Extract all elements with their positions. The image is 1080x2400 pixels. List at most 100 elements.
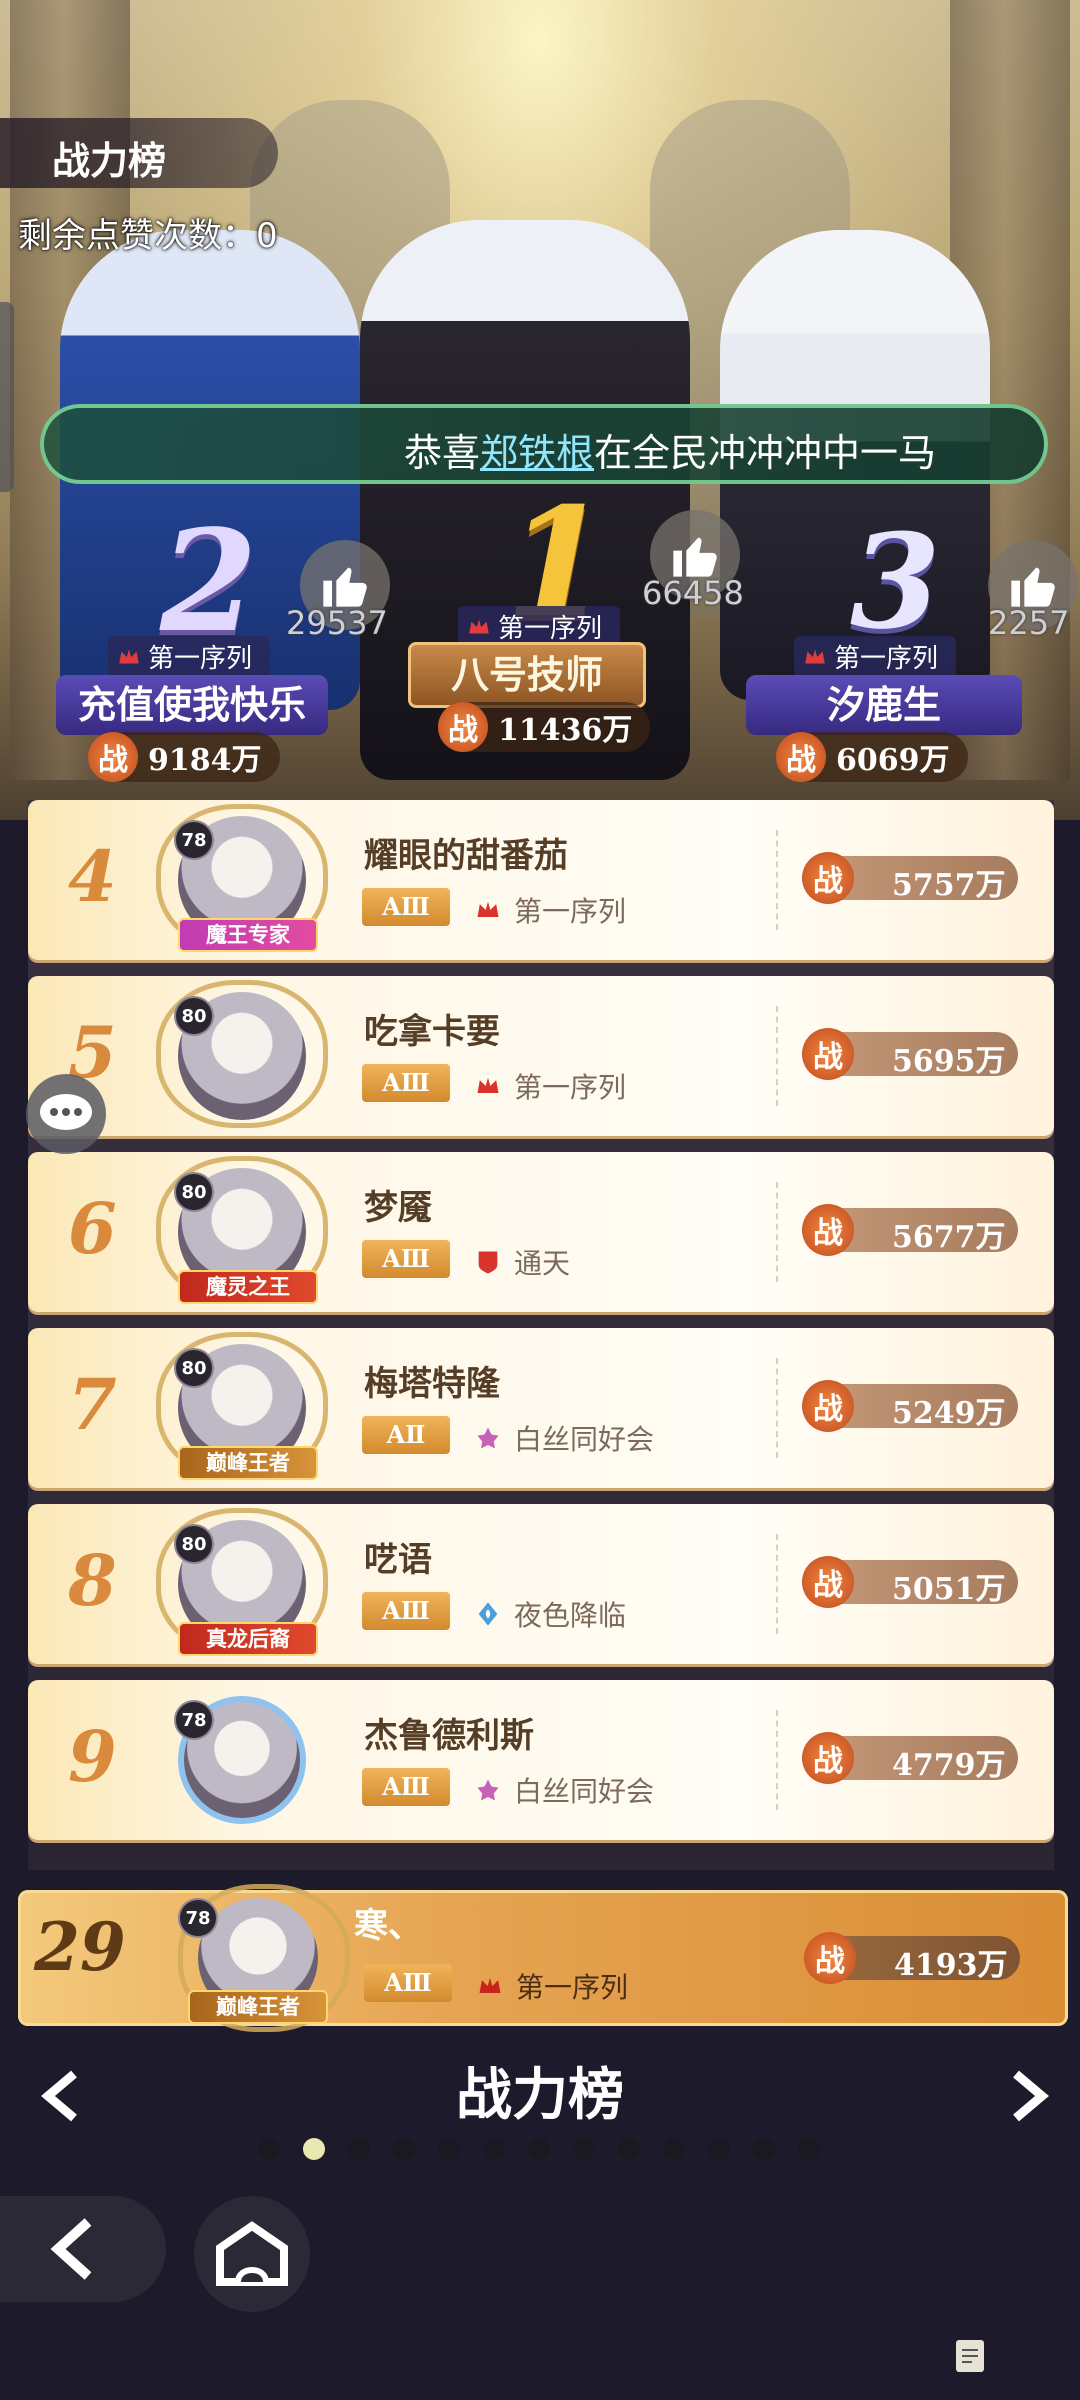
note-icon[interactable]	[950, 2336, 990, 2376]
guild-info: 夜色降临	[474, 1594, 626, 1634]
lotus-icon	[477, 1779, 499, 1801]
page-dot[interactable]	[393, 2138, 415, 2160]
announcement-prefix: 恭喜	[404, 431, 481, 475]
list-item[interactable]: 8 80 真龙后裔 呓语 AⅢ 夜色降临 战 5051万	[28, 1504, 1054, 1664]
my-rank-row[interactable]: 29 78 巅峰王者 寒、 AⅢ 第一序列 战 4193万	[18, 1884, 1068, 2032]
flame-icon	[478, 1602, 498, 1626]
power-badge-icon: 战	[776, 732, 826, 782]
announcement-player-link[interactable]: 郑铁根	[480, 431, 594, 475]
page-dot[interactable]	[753, 2138, 775, 2160]
page-dot[interactable]	[258, 2138, 280, 2160]
page-dot[interactable]	[483, 2138, 505, 2160]
grade-badge: AⅢ	[362, 1768, 450, 1806]
guild-name: 夜色降临	[514, 1599, 627, 1632]
page-dot[interactable]	[708, 2138, 730, 2160]
row-divider	[776, 1006, 778, 1106]
page-dot[interactable]	[528, 2138, 550, 2160]
player-name: 杰鲁德利斯	[364, 1716, 534, 1756]
page-dot[interactable]	[618, 2138, 640, 2160]
crown-icon	[477, 901, 499, 917]
power-value: 5249万	[892, 1396, 1006, 1431]
rank-number: 8	[68, 1539, 117, 1622]
rank-number: 7	[68, 1363, 117, 1446]
guild-info: 第一序列	[476, 1966, 628, 2006]
list-item[interactable]: 4 78 魔王专家 耀眼的甜番茄 AⅢ 第一序列 战 5757万	[28, 800, 1054, 960]
grade-badge: AⅢ	[362, 888, 450, 926]
page-dot[interactable]	[798, 2138, 820, 2160]
page-title: 战力榜	[52, 139, 167, 183]
power-value: 11436万	[498, 713, 633, 748]
power-value: 6069万	[836, 743, 950, 778]
power-badge-icon: 战	[802, 1380, 854, 1432]
rank-number: 6	[68, 1187, 117, 1270]
row-divider	[776, 1534, 778, 1634]
power-pill: 战 5677万	[802, 1204, 1018, 1256]
power-badge-icon: 战	[438, 702, 488, 752]
power-badge-icon: 战	[802, 852, 854, 904]
crown-icon	[119, 648, 139, 663]
player-name: 梦魇	[364, 1188, 432, 1228]
like-button-rank-3[interactable]: 2257	[988, 540, 1078, 642]
row-divider	[776, 1182, 778, 1282]
guild-info: 第一序列	[474, 1066, 626, 1106]
shield-icon	[478, 1251, 498, 1274]
power-pill: 战 5249万	[802, 1380, 1018, 1432]
home-icon	[216, 2221, 288, 2286]
level-badge: 80	[174, 1348, 214, 1388]
guild-name: 白丝同好会	[514, 1775, 655, 1808]
crown-icon	[479, 1977, 501, 1993]
lotus-icon	[477, 1427, 499, 1449]
page-dot[interactable]	[663, 2138, 685, 2160]
level-badge: 80	[174, 1524, 214, 1564]
announcement-marquee: 恭喜郑铁根在全民冲冲冲中一马	[40, 404, 1048, 484]
list-item[interactable]: 5 80 吃拿卡要 AⅢ 第一序列 战 5695万	[28, 976, 1054, 1136]
guild-name: 第一序列	[514, 1071, 627, 1104]
rank-3-player-name[interactable]: 汐鹿生	[746, 675, 1022, 735]
page-dot[interactable]	[348, 2138, 370, 2160]
power-badge-icon: 战	[802, 1556, 854, 1608]
rank-2-power: 战 9184万	[88, 732, 280, 782]
like-count: 29537	[286, 604, 388, 642]
rank-2-player-name[interactable]: 充值使我快乐	[56, 675, 328, 735]
power-badge-icon: 战	[804, 1932, 856, 1984]
like-count: 2257	[988, 604, 1070, 642]
power-pill: 战 5757万	[802, 852, 1018, 904]
page-dot[interactable]	[573, 2138, 595, 2160]
back-arrow-icon	[50, 2218, 92, 2280]
player-name: 梅塔特隆	[364, 1364, 500, 1404]
list-item[interactable]: 6 80 魔灵之王 梦魇 AⅢ 通天 战 5677万	[28, 1152, 1054, 1312]
crown-icon	[469, 618, 489, 633]
list-item[interactable]: 7 80 巅峰王者 梅塔特隆 AⅡ 白丝同好会 战 5249万	[28, 1328, 1054, 1488]
power-pill: 战 5051万	[802, 1556, 1018, 1608]
power-value: 9184万	[148, 743, 262, 778]
grade-badge: AⅢ	[364, 1964, 452, 2002]
chat-bubble-button[interactable]	[26, 1074, 106, 1154]
power-pill: 战 4193万	[804, 1932, 1020, 1984]
grade-badge: AⅡ	[362, 1416, 450, 1454]
row-divider	[776, 830, 778, 930]
guild-info: 第一序列	[474, 890, 626, 930]
like-button-rank-2[interactable]: 29537	[286, 540, 390, 642]
side-drawer-handle[interactable]	[0, 302, 14, 492]
rank-1-player-name[interactable]: 八号技师	[408, 642, 646, 708]
crown-icon	[805, 648, 825, 663]
player-name: 耀眼的甜番茄	[364, 836, 568, 876]
list-item[interactable]: 9 78 杰鲁德利斯 AⅢ 白丝同好会 战 4779万	[28, 1680, 1054, 1840]
back-button[interactable]	[0, 2196, 166, 2302]
player-name: 寒、	[354, 1906, 422, 1946]
title-tag: 真龙后裔	[178, 1622, 318, 1656]
power-pill: 战 5695万	[802, 1028, 1018, 1080]
home-button[interactable]	[194, 2196, 310, 2312]
rank-number: 4	[68, 835, 117, 918]
page-dot-active[interactable]	[303, 2138, 325, 2160]
leaderboard-list[interactable]: 4 78 魔王专家 耀眼的甜番茄 AⅢ 第一序列 战 5757万 5 80 吃拿…	[28, 800, 1054, 1870]
guild-name: 第一序列	[516, 1971, 629, 2004]
row-divider	[776, 1358, 778, 1458]
rank-1-power: 战 11436万	[438, 702, 651, 752]
player-name: 吃拿卡要	[364, 1012, 500, 1052]
page-dot[interactable]	[438, 2138, 460, 2160]
note-icon-graphic	[956, 2340, 984, 2372]
like-button-rank-1[interactable]: 66458	[642, 510, 744, 612]
chat-bubble-icon	[40, 1094, 92, 1130]
next-page-button[interactable]	[996, 2066, 1056, 2126]
